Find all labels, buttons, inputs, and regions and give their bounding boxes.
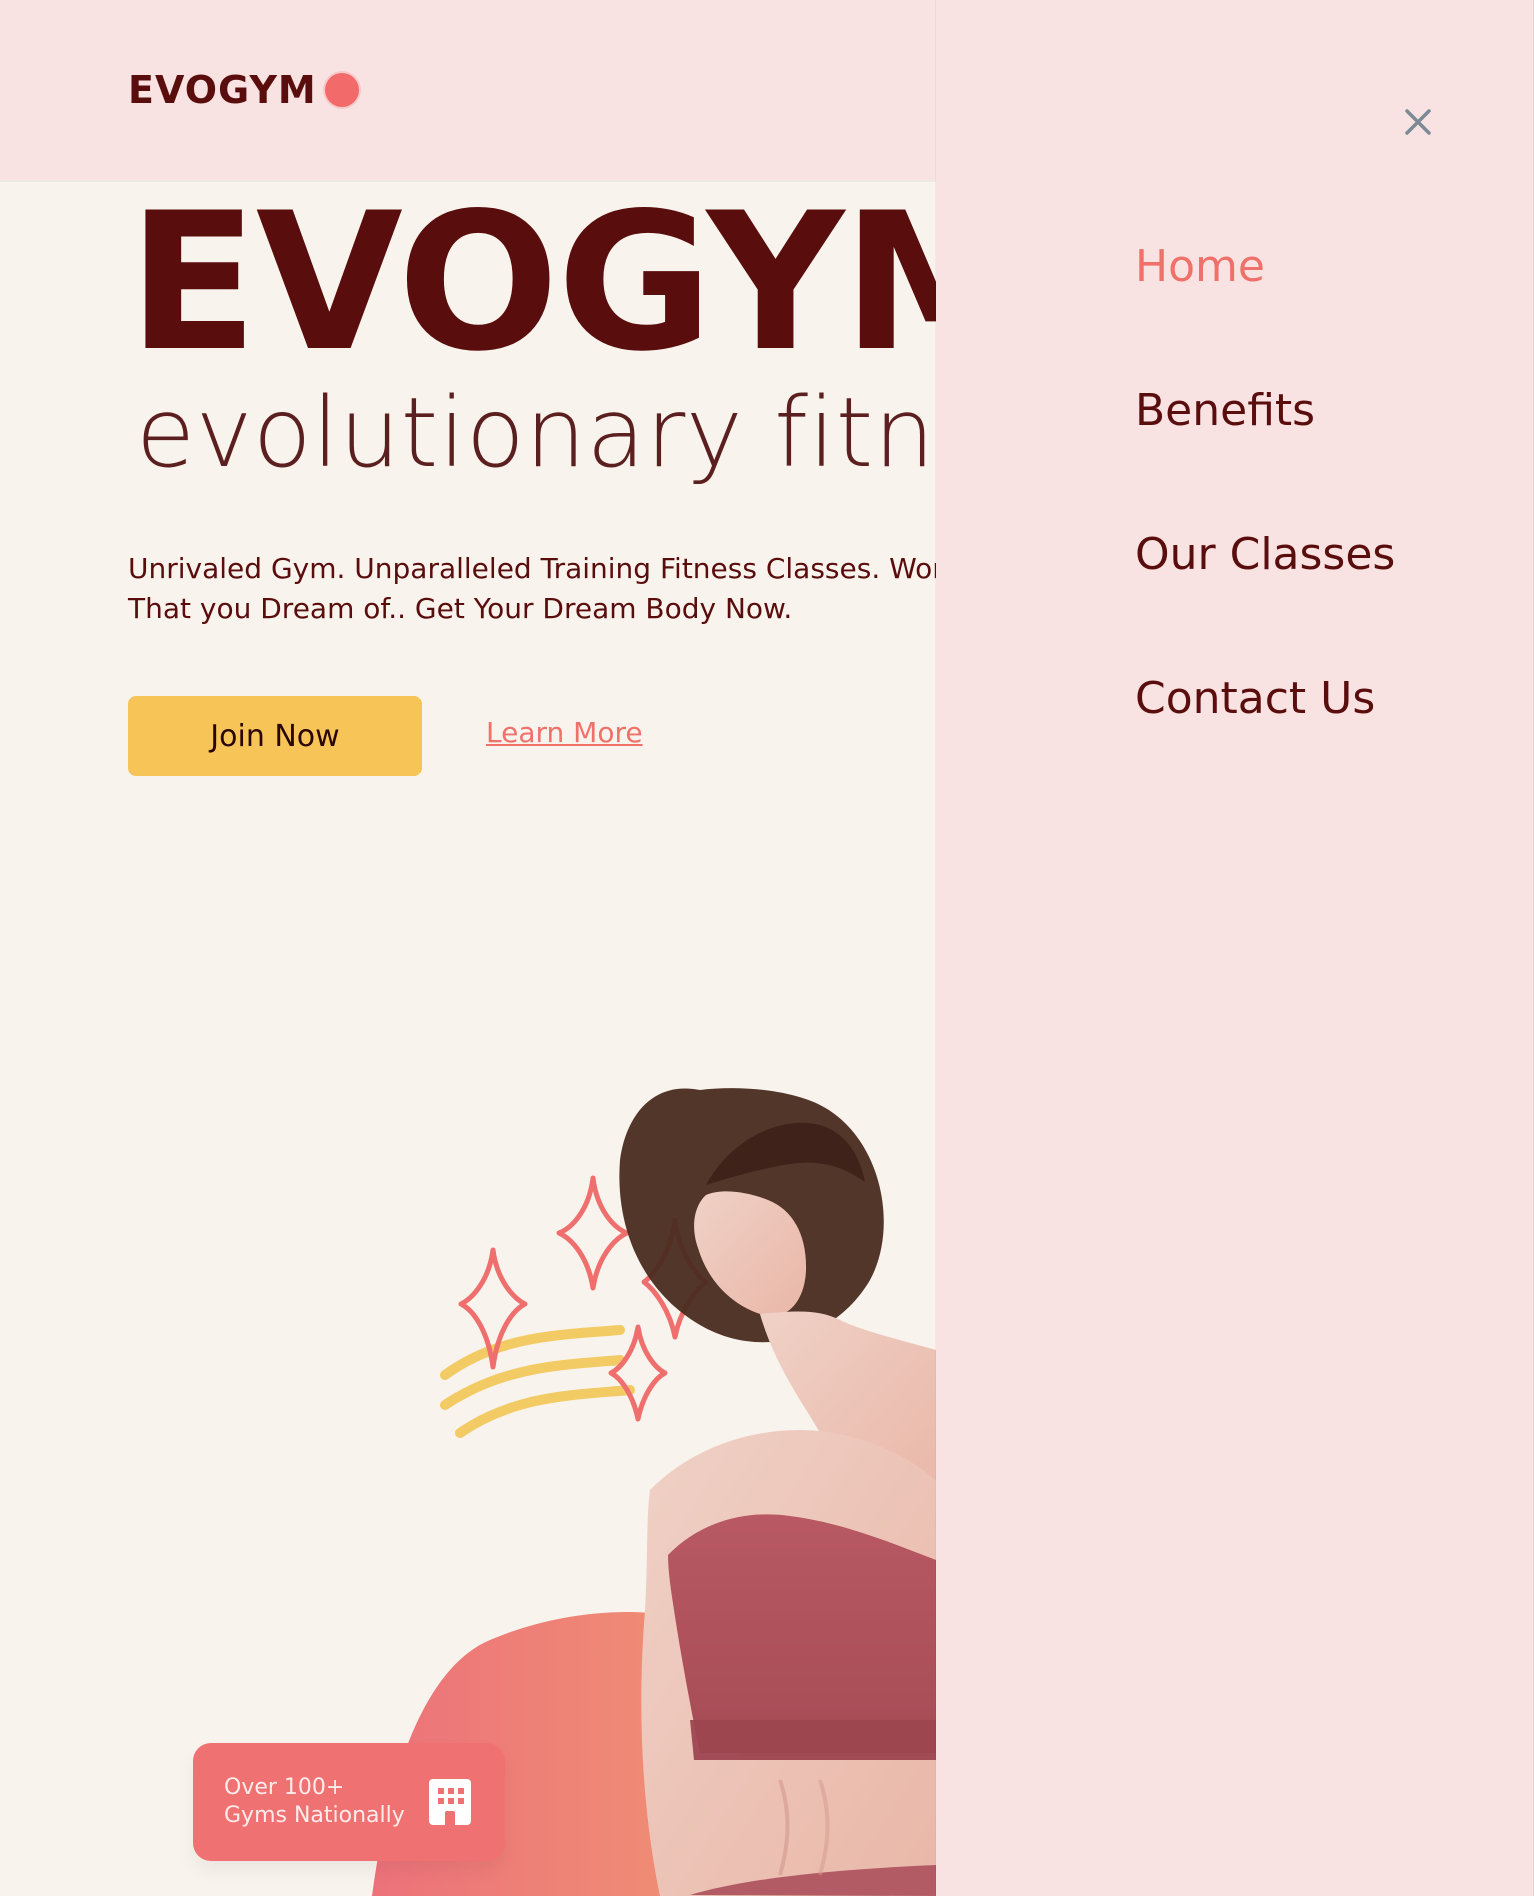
brand-logo[interactable]: EVOGYM: [128, 68, 359, 112]
side-menu-item-our-classes[interactable]: Our Classes: [1135, 533, 1395, 577]
learn-more-link[interactable]: Learn More: [486, 716, 643, 749]
hero-description: Unrivaled Gym. Unparalleled Training Fit…: [128, 549, 936, 629]
hero-section: EVOGYM evolutionary fitness Unrivaled Gy…: [0, 180, 936, 1896]
side-menu-item-home[interactable]: Home: [1135, 245, 1395, 289]
sparkle-icon: [458, 1175, 709, 1422]
side-menu-nav: Home Benefits Our Classes Contact Us: [1135, 245, 1395, 821]
hero-description-line: Unrivaled Gym. Unparalleled Training Fit…: [128, 552, 936, 585]
brand-logo-text: EVOGYM: [128, 68, 317, 112]
close-icon[interactable]: [1401, 105, 1435, 139]
building-icon: [428, 1779, 471, 1825]
page: EVOGYM EVOGY evolutionary fitn Unrivaled…: [0, 0, 1534, 1896]
side-menu-item-contact-us[interactable]: Contact Us: [1135, 677, 1395, 721]
badge-text: Over 100+ Gyms Nationally: [224, 1774, 405, 1830]
side-menu-item-benefits[interactable]: Benefits: [1135, 389, 1395, 433]
badge-line-1: Over 100+: [224, 1775, 345, 1800]
close-icon-svg: [1405, 109, 1431, 135]
gyms-nationally-badge: Over 100+ Gyms Nationally: [193, 1743, 505, 1861]
logo-dot-icon: [324, 73, 359, 107]
hero-description-line: That you Dream of.. Get Your Dream Body …: [128, 592, 793, 625]
hero-subtitle: evolutionary fitness: [136, 377, 936, 489]
hero-title: EVOGYM: [128, 180, 936, 393]
join-now-button[interactable]: Join Now: [128, 696, 422, 776]
woman-photo: [619, 1088, 936, 1896]
badge-line-2: Gyms Nationally: [224, 1803, 405, 1828]
wave-lines-icon: [440, 1325, 635, 1438]
